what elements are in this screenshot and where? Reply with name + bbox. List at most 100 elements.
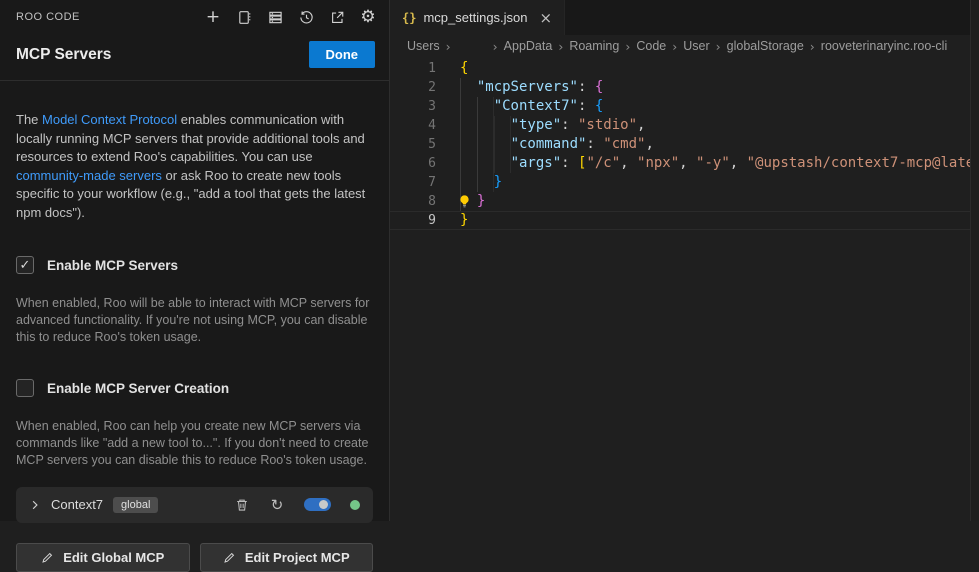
- lightbulb-icon[interactable]: [457, 194, 472, 209]
- code-token: "-y": [696, 155, 730, 171]
- editor-tab-bar: {} mcp_settings.json ×: [390, 0, 970, 35]
- code-line[interactable]: 9}: [390, 211, 970, 230]
- code-line[interactable]: 7}: [390, 173, 970, 192]
- edit-project-mcp-button[interactable]: Edit Project MCP: [200, 543, 374, 572]
- line-number: 1: [390, 59, 460, 78]
- code-token: :: [586, 136, 603, 152]
- breadcrumb-separator: ›: [716, 39, 721, 54]
- code-editor[interactable]: 1{2"mcpServers": {3"Context7": {4"type":…: [390, 59, 970, 230]
- enable-mcp-creation-description: When enabled, Roo can help you create ne…: [0, 410, 389, 469]
- indent-guide: [460, 173, 494, 192]
- server-name: Context7: [51, 497, 103, 512]
- panel-header-icons: +: [204, 8, 377, 26]
- close-tab-icon[interactable]: ×: [540, 9, 553, 27]
- code-token: ,: [679, 155, 696, 171]
- code-line-text: "mcpServers": {: [460, 78, 603, 97]
- editor-group: {} mcp_settings.json × Users › › AppData › Ro…: [390, 0, 970, 521]
- breadcrumb-separator: ›: [558, 39, 563, 54]
- code-token: "npx": [637, 155, 679, 171]
- code-token: :: [561, 155, 578, 171]
- code-token: ,: [645, 136, 653, 152]
- breadcrumb-separator: ›: [625, 39, 630, 54]
- open-external-icon[interactable]: [328, 8, 346, 26]
- settings-gear-icon[interactable]: ⚙: [359, 8, 377, 26]
- line-number: 7: [390, 173, 460, 192]
- code-token: "stdio": [578, 117, 637, 133]
- indent-guide: [460, 78, 477, 97]
- code-token: {: [595, 79, 603, 95]
- code-line[interactable]: 4"type": "stdio",: [390, 116, 970, 135]
- roo-code-panel: ROO CODE +: [0, 0, 390, 521]
- breadcrumb-separator: ›: [446, 39, 451, 54]
- line-number: 3: [390, 97, 460, 116]
- inline-link[interactable]: community-made servers: [16, 168, 162, 183]
- code-line-text: }: [460, 211, 468, 230]
- breadcrumb-item[interactable]: AppData: [504, 39, 553, 53]
- code-token: "cmd": [603, 136, 645, 152]
- indent-guide: [460, 154, 511, 173]
- code-token: }: [494, 174, 502, 190]
- code-line-text: "type": "stdio",: [460, 116, 645, 135]
- enable-mcp-servers-description: When enabled, Roo will be able to intera…: [0, 287, 389, 346]
- line-number: 5: [390, 135, 460, 154]
- enable-mcp-creation-row: Enable MCP Server Creation: [0, 358, 389, 397]
- code-line-text: "Context7": {: [460, 97, 603, 116]
- indent-guide: [460, 135, 511, 154]
- code-line[interactable]: 1{: [390, 59, 970, 78]
- editor-scrollbar[interactable]: [970, 0, 979, 521]
- code-line-text: "args": ["/c", "npx", "-y", "@upstash/co…: [460, 154, 970, 173]
- line-number: 2: [390, 78, 460, 97]
- code-line[interactable]: 8}: [390, 192, 970, 211]
- code-token: "command": [511, 136, 587, 152]
- mcp-description: The Model Context Protocol enables commu…: [0, 94, 389, 222]
- code-token: "Context7": [494, 98, 578, 114]
- code-token: ,: [620, 155, 637, 171]
- code-token: "@upstash/context7-mcp@latest": [747, 155, 970, 171]
- breadcrumb-item[interactable]: Roaming: [569, 39, 619, 53]
- enable-mcp-servers-checkbox[interactable]: ✓: [16, 256, 34, 274]
- restart-server-icon[interactable]: ↻: [269, 497, 285, 513]
- chevron-right-icon[interactable]: [29, 499, 41, 511]
- mcp-servers-icon[interactable]: [266, 8, 284, 26]
- code-line-text: }: [460, 173, 502, 192]
- enable-mcp-servers-label: Enable MCP Servers: [47, 258, 178, 273]
- edit-global-mcp-button[interactable]: Edit Global MCP: [16, 543, 190, 572]
- breadcrumb-item[interactable]: Code: [636, 39, 666, 53]
- server-scope-badge: global: [113, 497, 158, 513]
- notebook-icon[interactable]: [235, 8, 253, 26]
- server-enabled-toggle[interactable]: [304, 498, 331, 511]
- breadcrumb-item[interactable]: Users: [407, 39, 440, 53]
- description-text: The: [16, 112, 42, 127]
- breadcrumb-item[interactable]: rooveterinaryinc.roo-cli: [821, 39, 947, 53]
- code-token: "args": [511, 155, 562, 171]
- tab-mcp-settings-json[interactable]: {} mcp_settings.json ×: [390, 0, 565, 35]
- code-line-text: {: [460, 59, 468, 78]
- plus-icon[interactable]: +: [204, 8, 222, 26]
- enable-mcp-creation-checkbox[interactable]: [16, 379, 34, 397]
- code-line[interactable]: 5"command": "cmd",: [390, 135, 970, 154]
- json-file-icon: {}: [402, 11, 416, 25]
- inline-link[interactable]: Model Context Protocol: [42, 112, 177, 127]
- code-line[interactable]: 3"Context7": {: [390, 97, 970, 116]
- breadcrumb-separator: ›: [810, 39, 815, 54]
- breadcrumb-item[interactable]: globalStorage: [727, 39, 804, 53]
- code-token: }: [460, 212, 468, 228]
- code-line-text: "command": "cmd",: [460, 135, 654, 154]
- breadcrumb: Users › › AppData › Roaming › Code › User › globalS…: [390, 35, 970, 57]
- code-token: "type": [511, 117, 562, 133]
- breadcrumb-item[interactable]: User: [683, 39, 709, 53]
- server-actions: ↻: [234, 497, 360, 513]
- pencil-icon: [223, 551, 236, 564]
- line-number: 6: [390, 154, 460, 173]
- code-line[interactable]: 6"args": ["/c", "npx", "-y", "@upstash/c…: [390, 154, 970, 173]
- history-icon[interactable]: [297, 8, 315, 26]
- done-button[interactable]: Done: [309, 41, 376, 68]
- enable-mcp-servers-row: ✓ Enable MCP Servers: [0, 235, 389, 274]
- breadcrumb-separator: ›: [493, 39, 498, 54]
- server-row-context7[interactable]: Context7 global ↻: [16, 487, 373, 523]
- indent-guide: [460, 97, 494, 116]
- code-token: "mcpServers": [477, 79, 578, 95]
- code-token: {: [595, 98, 603, 114]
- code-line[interactable]: 2"mcpServers": {: [390, 78, 970, 97]
- delete-server-icon[interactable]: [234, 497, 250, 513]
